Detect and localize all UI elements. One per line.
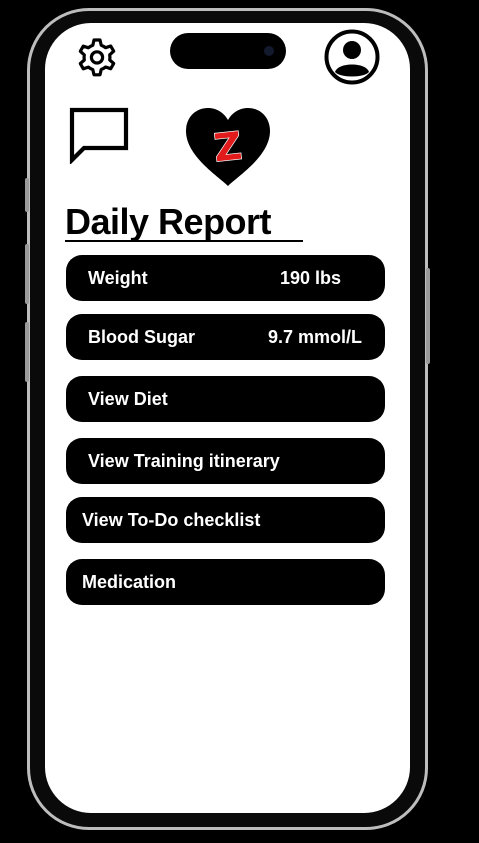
user-circle-icon[interactable]	[324, 29, 380, 85]
medication-button[interactable]: Medication	[66, 559, 385, 605]
phone-volume-up-button	[25, 244, 29, 304]
medication-label: Medication	[82, 571, 177, 592]
weight-row[interactable]: Weight 190 lbs	[66, 255, 385, 301]
title-underline	[65, 240, 303, 242]
gear-icon[interactable]	[73, 33, 121, 81]
app-screen: Z Daily Report Weight 190 lbs Blood Suga…	[45, 23, 410, 813]
view-todo-checklist-label: View To-Do checklist	[82, 509, 261, 530]
blood-sugar-label: Blood Sugar	[88, 326, 195, 347]
phone-power-button	[426, 268, 430, 364]
view-todo-checklist-button[interactable]: View To-Do checklist	[66, 497, 385, 543]
page-title: Daily Report	[65, 201, 272, 242]
blood-sugar-value: 9.7 mmol/L	[268, 326, 363, 347]
dynamic-island	[170, 33, 286, 69]
view-diet-button[interactable]: View Diet	[66, 376, 385, 422]
view-diet-label: View Diet	[88, 388, 168, 409]
phone-action-button	[25, 178, 29, 212]
heart-z-logo-icon: Z	[186, 108, 270, 186]
camera-lens	[264, 46, 274, 56]
view-training-itinerary-button[interactable]: View Training itinerary	[66, 438, 385, 484]
view-training-itinerary-label: View Training itinerary	[88, 450, 280, 471]
weight-value: 190 lbs	[280, 267, 342, 288]
phone-volume-down-button	[25, 322, 29, 382]
logo-letter: Z	[212, 124, 244, 171]
blood-sugar-row[interactable]: Blood Sugar 9.7 mmol/L	[66, 314, 385, 360]
chat-bubble-icon[interactable]	[68, 106, 130, 164]
weight-label: Weight	[88, 267, 148, 288]
